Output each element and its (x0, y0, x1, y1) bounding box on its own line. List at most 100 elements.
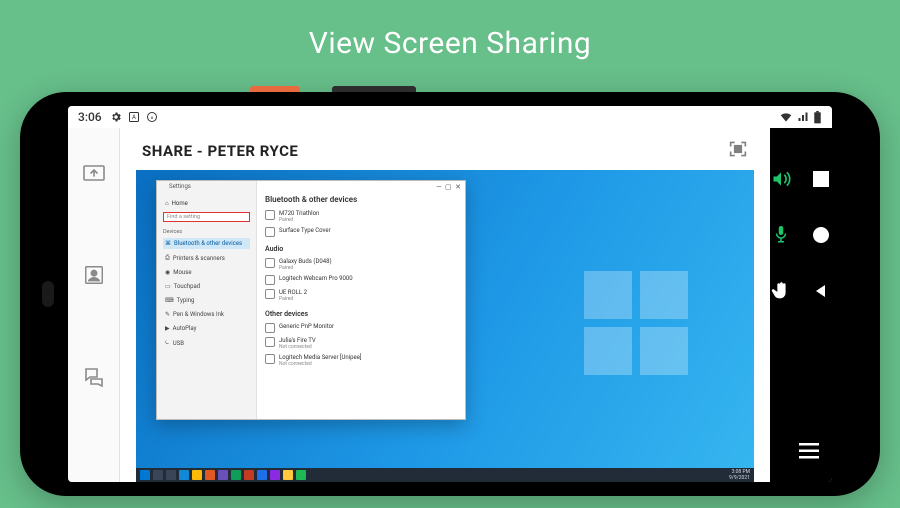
start-button[interactable] (140, 470, 150, 480)
sidebar-item-label: Mouse (173, 269, 191, 276)
device-row[interactable]: UE ROLL 2Paired (265, 287, 457, 304)
svg-text:A: A (132, 114, 136, 121)
sidebar-item-typing[interactable]: ⌨Typing (163, 295, 250, 306)
record-button[interactable] (810, 224, 832, 246)
taskbar-app[interactable] (296, 470, 306, 480)
window-title: Settings (169, 183, 191, 190)
share-screen-icon[interactable] (79, 158, 109, 188)
device-icon (265, 275, 275, 285)
raise-hand-button[interactable] (770, 280, 792, 302)
taskbar-search-icon[interactable] (153, 470, 163, 480)
bluetooth-icon: ⌘ (165, 240, 171, 247)
printer-icon: ⎙ (165, 254, 170, 262)
device-group-title: Other devices (265, 310, 457, 318)
device-icon (265, 289, 275, 299)
device-status: Paired (279, 265, 332, 271)
sidebar-item-bluetooth[interactable]: ⌘Bluetooth & other devices (163, 238, 250, 249)
sidebar-item-touchpad[interactable]: ▭Touchpad (163, 281, 250, 292)
sidebar-item-autoplay[interactable]: ▶AutoPlay (163, 323, 250, 334)
taskbar-taskview-icon[interactable] (166, 470, 176, 480)
device-name: M720 Triathlon (279, 210, 319, 217)
device-name: Surface Type Cover (279, 227, 331, 234)
signal-icon (797, 111, 809, 123)
device-icon (265, 210, 275, 220)
taskbar-app[interactable] (192, 470, 202, 480)
device-icon (265, 354, 275, 364)
device-name: Galaxy Buds (D048) (279, 258, 332, 265)
nav-menu-button[interactable] (798, 440, 820, 462)
sidebar-item-label: USB (173, 340, 184, 347)
window-controls[interactable]: — ▢ ✕ (436, 183, 461, 191)
device-row[interactable]: Logitech Webcam Pro 9000 (265, 273, 457, 287)
phone-frame: 3:06 A (20, 92, 880, 496)
text-icon: A (128, 111, 140, 123)
taskbar-app[interactable] (270, 470, 280, 480)
info-icon (146, 111, 158, 123)
phone-screen: 3:06 A (68, 106, 832, 482)
taskbar-clock[interactable]: 3:08 PM 9/9/2021 (729, 469, 750, 481)
device-row[interactable]: Logitech Media Server [Unipee]Not connec… (265, 352, 457, 369)
device-row[interactable]: M720 TriathlonPaired (265, 208, 457, 225)
sidebar-item-label: Printers & scanners (173, 255, 225, 262)
device-name: Logitech Webcam Pro 9000 (279, 275, 353, 282)
device-group-title: Audio (265, 245, 457, 253)
device-icon (265, 227, 275, 237)
taskbar-app[interactable] (205, 470, 215, 480)
device-name: Logitech Media Server [Unipee] (279, 354, 362, 361)
device-row[interactable]: Galaxy Buds (D048)Paired (265, 256, 457, 273)
shared-desktop: Settings — ▢ ✕ ⌂ Home Find a setting (136, 170, 754, 482)
taskbar-app[interactable] (218, 470, 228, 480)
participants-icon[interactable] (79, 260, 109, 290)
device-icon (265, 337, 275, 347)
volume-button[interactable] (770, 168, 792, 190)
right-control-bar (770, 128, 832, 482)
settings-search[interactable]: Find a setting (163, 212, 250, 222)
sidebar-item-usb[interactable]: ⏾USB (163, 337, 250, 349)
android-statusbar: 3:06 A (68, 106, 832, 128)
device-status: Not connected (279, 344, 316, 350)
sidebar-item-mouse[interactable]: ◉Mouse (163, 267, 250, 278)
stop-button[interactable] (810, 168, 832, 190)
device-status: Paired (279, 296, 307, 302)
chat-icon[interactable] (79, 362, 109, 392)
nav-back-button[interactable] (810, 280, 832, 302)
share-title: SHARE - PETER RYCE (142, 142, 298, 160)
settings-home[interactable]: ⌂ Home (163, 198, 250, 209)
devices-section-label: Devices (163, 229, 250, 235)
wifi-icon (779, 111, 793, 123)
device-row[interactable]: Surface Type Cover (265, 225, 457, 239)
device-status: Not connected (279, 361, 362, 367)
autoplay-icon: ▶ (165, 325, 170, 332)
taskbar-app[interactable] (231, 470, 241, 480)
fullscreen-button[interactable] (728, 140, 748, 162)
pen-icon: ✎ (165, 311, 170, 318)
taskbar-app[interactable] (244, 470, 254, 480)
sidebar-item-pen[interactable]: ✎Pen & Windows Ink (163, 309, 250, 320)
usb-icon: ⏾ (165, 339, 170, 347)
device-name: Julia's Fire TV (279, 337, 316, 344)
sidebar-item-label: Pen & Windows Ink (173, 311, 224, 318)
sidebar-item-label: Bluetooth & other devices (174, 240, 242, 247)
touchpad-icon: ▭ (165, 283, 171, 290)
sidebar-item-label: AutoPlay (173, 325, 197, 332)
share-main: SHARE - PETER RYCE Settings — ▢ ✕ (120, 128, 770, 482)
device-row[interactable]: Julia's Fire TVNot connected (265, 335, 457, 352)
settings-content: Bluetooth & other devices M720 Triathlon… (257, 181, 465, 419)
device-row[interactable]: Generic PnP Monitor (265, 321, 457, 335)
windows-settings-window: Settings — ▢ ✕ ⌂ Home Find a setting (156, 180, 466, 420)
settings-home-label: Home (172, 200, 188, 207)
promo-title: View Screen Sharing (0, 26, 900, 61)
taskbar-app[interactable] (257, 470, 267, 480)
home-icon: ⌂ (165, 200, 169, 207)
microphone-button[interactable] (770, 224, 792, 246)
taskbar-app[interactable] (283, 470, 293, 480)
battery-icon (813, 111, 822, 124)
taskbar-app[interactable] (179, 470, 189, 480)
sidebar-item-printers[interactable]: ⎙Printers & scanners (163, 252, 250, 264)
device-icon (265, 323, 275, 333)
windows-taskbar[interactable]: 3:08 PM 9/9/2021 (136, 468, 754, 482)
phone-camera (42, 281, 54, 307)
settings-search-placeholder: Find a setting (167, 214, 200, 220)
sidebar-item-label: Typing (177, 297, 195, 304)
gear-icon (110, 111, 122, 123)
